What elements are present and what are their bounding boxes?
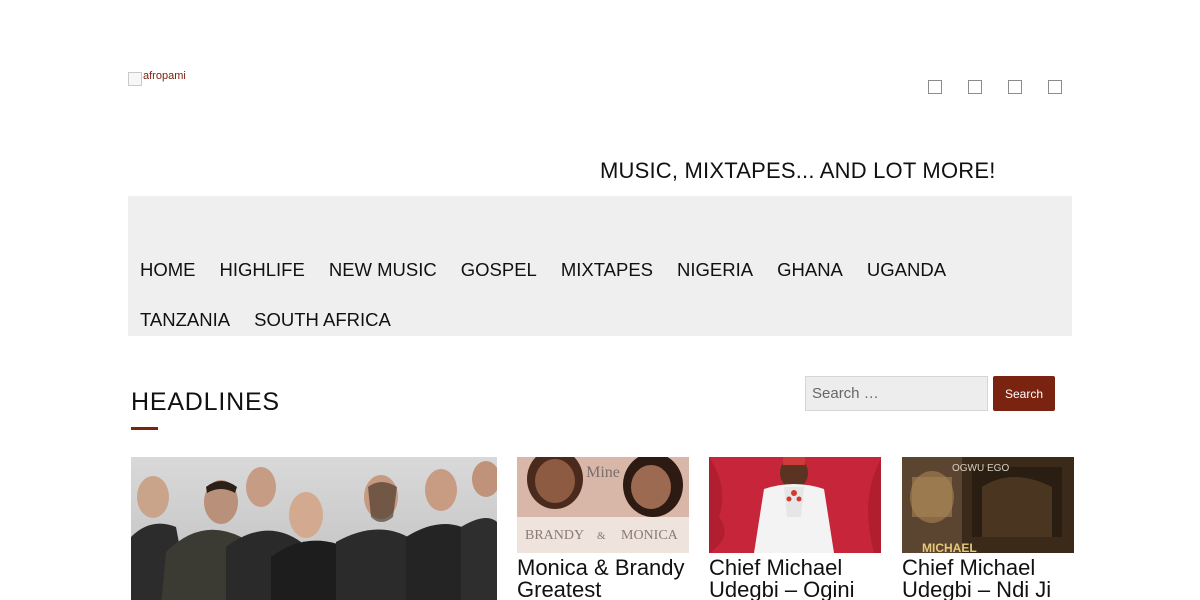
nav-item-new-music[interactable]: NEW MUSIC [329,258,437,282]
nav-item-nigeria[interactable]: NIGERIA [677,258,753,282]
nav-item-south-africa[interactable]: SOUTH AFRICA [254,308,391,332]
card-title-udegbi-ndi-ji[interactable]: Chief Michael Udegbi – Ndi Ji [902,557,1082,600]
social-icon-1-icon[interactable] [928,80,942,94]
site-logo[interactable]: afropami [128,70,186,86]
album-art-amp-text: & [597,530,606,542]
headlines-heading: HEADLINES [131,388,280,416]
card-image-udegbi-ogini[interactable] [709,457,881,553]
feature-article-image[interactable] [131,457,497,600]
nav-item-gospel[interactable]: GOSPEL [461,258,537,282]
nav-item-home[interactable]: HOME [140,258,196,282]
album-art-brandy-monica: Mine BRANDY & MONICA [517,457,689,553]
search-button[interactable]: Search [993,376,1055,411]
broken-image-icon [128,72,142,86]
headlines-underline [131,427,158,430]
nav-item-ghana[interactable]: GHANA [777,258,843,282]
album-art-udegbi-ogini [709,457,881,553]
logo-alt-text: afropami [143,70,186,82]
nav-item-tanzania[interactable]: TANZANIA [140,308,230,332]
page: afropami MUSIC, MIXTAPES... AND LOT MORE… [0,0,1200,600]
main-navigation: HOME HIGHLIFE NEW MUSIC GOSPEL MIXTAPES … [128,196,1072,336]
album-art-ogwu-ego-text: OGWU EGO [952,463,1009,474]
card-image-monica-brandy[interactable]: Mine BRANDY & MONICA [517,457,689,553]
social-icon-3-icon[interactable] [1008,80,1022,94]
search-input[interactable] [805,376,988,411]
social-icon-2-icon[interactable] [968,80,982,94]
album-art-michael-text: MICHAEL [922,541,977,553]
card-image-udegbi-ndi-ji[interactable]: OGWU EGO MICHAEL [902,457,1074,553]
album-art-udegbi-ndi-ji: OGWU EGO MICHAEL [902,457,1074,553]
nav-item-mixtapes[interactable]: MIXTAPES [561,258,653,282]
nav-item-highlife[interactable]: HIGHLIFE [220,258,305,282]
nav-item-uganda[interactable]: UGANDA [867,258,946,282]
album-art-brandy-text: BRANDY [525,528,584,543]
album-art-mine-text: Mine [586,464,620,481]
social-links [928,80,1062,94]
card-title-udegbi-ogini[interactable]: Chief Michael Udegbi – Ogini [709,557,889,600]
band-photo [131,457,497,600]
album-art-monica-text: MONICA [621,528,679,543]
site-tagline: MUSIC, MIXTAPES... AND LOT MORE! [600,158,996,183]
social-icon-4-icon[interactable] [1048,80,1062,94]
card-title-monica-brandy[interactable]: Monica & Brandy Greatest [517,557,697,600]
